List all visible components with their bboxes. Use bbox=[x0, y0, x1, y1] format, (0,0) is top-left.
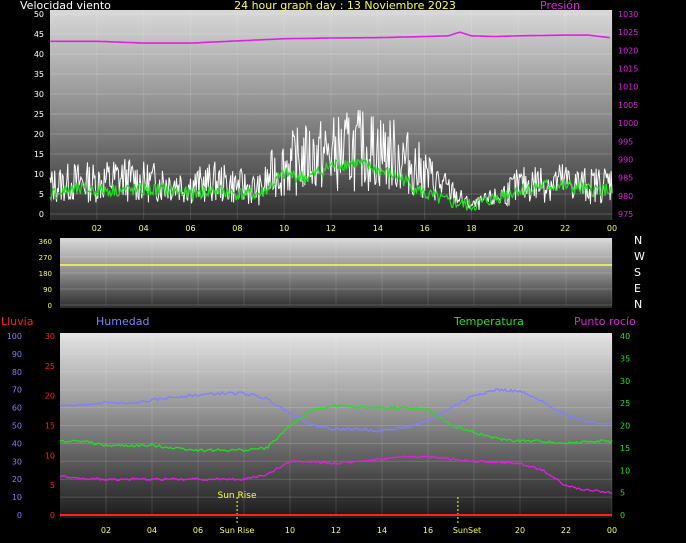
direction-y-tick-label: 90 bbox=[43, 286, 52, 294]
pressure-y-tick-label: 1020 bbox=[618, 46, 638, 55]
humidity-x-tick-label: 02 bbox=[101, 526, 111, 535]
humidity-y-tick-label: 90 bbox=[12, 350, 22, 359]
humidity-y-tick-label: 30 bbox=[12, 457, 22, 466]
temperature-axis-title: Temperatura bbox=[453, 315, 524, 328]
rain-y-tick-label: 20 bbox=[45, 392, 55, 401]
rain-y-tick-label: 10 bbox=[45, 451, 55, 460]
humidity-x-tick-label: 12 bbox=[331, 526, 341, 535]
pressure-y-tick-label: 980 bbox=[618, 192, 633, 201]
humidity-y-tick-label: 0 bbox=[17, 511, 22, 520]
humidity-y-tick-label: 20 bbox=[12, 475, 22, 484]
pressure-y-tick-label: 1025 bbox=[618, 28, 638, 37]
direction-letter-n-bottom: N bbox=[634, 298, 642, 311]
wind-x-tick-label: 04 bbox=[139, 224, 149, 233]
wind-x-tick-label: 00 bbox=[607, 224, 617, 233]
wind-y-tick-label: 20 bbox=[34, 130, 44, 139]
wind-x-tick-label: 18 bbox=[466, 224, 476, 233]
wind-x-tick-label: 06 bbox=[185, 224, 195, 233]
wind-y-tick-label: 10 bbox=[34, 170, 44, 179]
chart-title: 24 hour graph day : 13 Noviembre 2023 bbox=[234, 0, 456, 12]
pressure-y-tick-label: 975 bbox=[618, 210, 633, 219]
wind-y-tick-label: 25 bbox=[34, 110, 44, 119]
wind-y-tick-label: 0 bbox=[39, 210, 44, 219]
humidity-x-tick-label: 20 bbox=[515, 526, 525, 535]
temperature-y-tick-label: 15 bbox=[620, 444, 630, 453]
temperature-y-tick-label: 25 bbox=[620, 399, 630, 408]
humidity-y-tick-label: 100 bbox=[7, 332, 22, 341]
pressure-y-tick-label: 1000 bbox=[618, 119, 638, 128]
wind-y-tick-label: 45 bbox=[34, 30, 44, 39]
weather-graph: 0510152025303540455097598098599099510001… bbox=[1, 0, 645, 535]
humidity-y-tick-label: 60 bbox=[12, 404, 22, 413]
pressure-y-tick-label: 1030 bbox=[618, 10, 638, 19]
direction-y-tick-label: 0 bbox=[48, 302, 52, 310]
rain-axis-title: Lluvia bbox=[1, 315, 33, 328]
humidity-y-tick-label: 10 bbox=[12, 493, 22, 502]
direction-letter-e: E bbox=[634, 282, 641, 295]
humidity-x-tick-label: 22 bbox=[561, 526, 571, 535]
wind-y-tick-label: 40 bbox=[34, 50, 44, 59]
humidity-x-tick-label: 10 bbox=[285, 526, 295, 535]
wind-y-tick-label: 5 bbox=[39, 190, 44, 199]
pressure-y-tick-label: 995 bbox=[618, 137, 633, 146]
direction-y-tick-label: 270 bbox=[39, 254, 52, 262]
humidity-y-tick-label: 50 bbox=[12, 422, 22, 431]
temperature-y-tick-label: 0 bbox=[620, 511, 625, 520]
wind-y-tick-label: 30 bbox=[34, 90, 44, 99]
wind-x-tick-label: 08 bbox=[232, 224, 242, 233]
wind-x-tick-label: 10 bbox=[279, 224, 289, 233]
humidity-x-tick-label: 16 bbox=[423, 526, 433, 535]
rain-y-tick-label: 0 bbox=[50, 511, 55, 520]
temperature-y-tick-label: 35 bbox=[620, 354, 630, 363]
humidity-y-tick-label: 40 bbox=[12, 439, 22, 448]
sun-rise-annotation: Sun Rise bbox=[218, 491, 257, 501]
humidity-x-tick-label: 06 bbox=[193, 526, 203, 535]
rain-y-tick-label: 30 bbox=[45, 332, 55, 341]
temperature-y-tick-label: 40 bbox=[620, 332, 630, 341]
rain-y-tick-label: 5 bbox=[50, 481, 55, 490]
sun-rise-tick-label: Sun Rise bbox=[220, 526, 255, 535]
temperature-y-tick-label: 30 bbox=[620, 377, 630, 386]
temperature-y-tick-label: 5 bbox=[620, 489, 625, 498]
rain-y-tick-label: 25 bbox=[45, 362, 55, 371]
dew-point-axis-title: Punto rocío bbox=[574, 315, 636, 328]
wind-x-tick-label: 22 bbox=[560, 224, 570, 233]
direction-y-tick-label: 180 bbox=[39, 270, 52, 278]
temperature-y-tick-label: 20 bbox=[620, 422, 630, 431]
pressure-axis-title: Presión bbox=[540, 0, 580, 12]
wind-x-tick-label: 20 bbox=[513, 224, 523, 233]
humidity-x-tick-label: 14 bbox=[377, 526, 387, 535]
direction-letter-s: S bbox=[634, 266, 641, 279]
temperature-y-tick-label: 10 bbox=[620, 466, 630, 475]
humidity-x-tick-label: 04 bbox=[147, 526, 157, 535]
direction-letter-w: W bbox=[634, 250, 645, 263]
sun-set-tick-label: SunSet bbox=[453, 526, 481, 535]
rain-y-tick-label: 15 bbox=[45, 422, 55, 431]
humidity-y-tick-label: 70 bbox=[12, 386, 22, 395]
wind-speed-axis-title: Velocidad viento bbox=[20, 0, 111, 12]
wind-y-tick-label: 15 bbox=[34, 150, 44, 159]
humidity-y-tick-label: 80 bbox=[12, 368, 22, 377]
wind-x-tick-label: 12 bbox=[326, 224, 336, 233]
wind-x-tick-label: 02 bbox=[92, 224, 102, 233]
humidity-x-tick-label: 00 bbox=[607, 526, 617, 535]
pressure-y-tick-label: 985 bbox=[618, 174, 633, 183]
pressure-y-tick-label: 1010 bbox=[618, 83, 638, 92]
wind-y-tick-label: 35 bbox=[34, 70, 44, 79]
pressure-y-tick-label: 1015 bbox=[618, 65, 638, 74]
pressure-y-tick-label: 990 bbox=[618, 155, 633, 164]
humidity-axis-title: Humedad bbox=[96, 315, 149, 328]
wind-x-tick-label: 16 bbox=[420, 224, 430, 233]
direction-y-tick-label: 360 bbox=[39, 238, 52, 246]
wind-x-tick-label: 14 bbox=[373, 224, 383, 233]
pressure-y-tick-label: 1005 bbox=[618, 101, 638, 110]
direction-letter-n-top: N bbox=[634, 234, 642, 247]
